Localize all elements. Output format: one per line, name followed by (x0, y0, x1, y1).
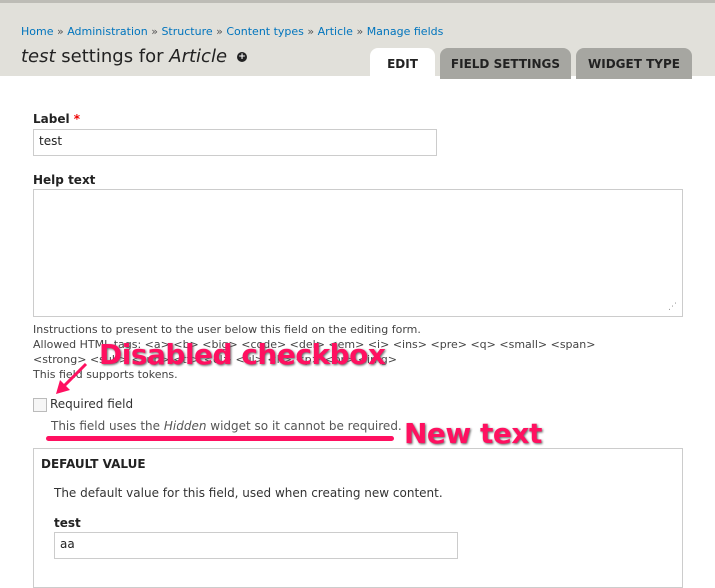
default-test-input[interactable]: aa (54, 532, 458, 559)
required-field-note: This field uses the Hidden widget so it … (51, 419, 402, 433)
help-text-label: Help text (33, 173, 96, 187)
desc-line: Instructions to present to the user belo… (33, 323, 421, 336)
default-value-legend: DEFAULT VALUE (41, 457, 146, 471)
label-field-label: Label * (33, 112, 80, 126)
note-em: Hidden (163, 419, 207, 433)
title-field: test (21, 46, 56, 67)
annotation-underline (46, 436, 394, 441)
tab-edit[interactable]: EDIT (370, 48, 435, 79)
required-field-checkbox[interactable] (33, 398, 47, 412)
breadcrumb-structure[interactable]: Structure (161, 25, 212, 38)
header: Home » Administration » Structure » Cont… (0, 0, 715, 79)
note-post: widget so it cannot be required. (206, 419, 402, 433)
required-field-label: Required field (50, 397, 134, 411)
help-text-textarea[interactable] (33, 189, 683, 317)
annotation-disabled-checkbox: Disabled checkbox (99, 338, 386, 371)
annotation-new-text: New text (404, 417, 542, 450)
tab-widget-type[interactable]: WIDGET TYPE (576, 48, 692, 79)
note-pre: This field uses the (51, 419, 164, 433)
breadcrumb-manage-fields[interactable]: Manage fields (367, 25, 444, 38)
default-value-fieldset: DEFAULT VALUE The default value for this… (33, 448, 683, 588)
label-input[interactable]: test (33, 129, 437, 156)
breadcrumb: Home » Administration » Structure » Cont… (21, 25, 444, 38)
default-test-label: test (54, 516, 81, 530)
required-mark: * (73, 112, 81, 126)
title-bundle: Article (169, 46, 228, 67)
shortcut-add-icon[interactable]: + (237, 52, 248, 62)
annotation-arrow-icon (56, 362, 88, 394)
resize-handle-icon[interactable]: ⋰ (668, 302, 677, 312)
label-text: Label (33, 112, 70, 126)
breadcrumb-home[interactable]: Home (21, 25, 53, 38)
title-middle: settings for (55, 46, 170, 67)
tab-field-settings[interactable]: FIELD SETTINGS (440, 48, 571, 79)
breadcrumb-administration[interactable]: Administration (67, 25, 148, 38)
page-title: test settings for Article + (21, 46, 248, 67)
breadcrumb-article[interactable]: Article (318, 25, 353, 38)
breadcrumb-content-types[interactable]: Content types (226, 25, 304, 38)
default-value-description: The default value for this field, used w… (54, 486, 443, 500)
